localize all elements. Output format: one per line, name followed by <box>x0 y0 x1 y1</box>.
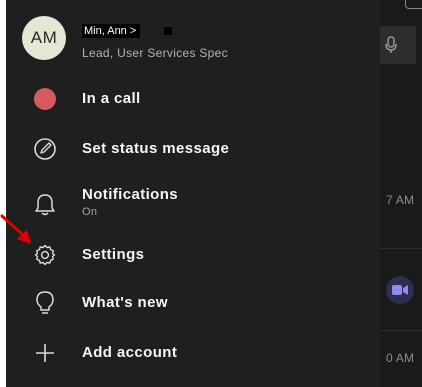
menu-item-label: Notifications <box>82 186 179 203</box>
profile-job-title: Lead, User Services Spec <box>82 46 228 60</box>
menu-item-label: Set status message <box>82 140 230 157</box>
menu-item-label: Add account <box>82 344 178 361</box>
plus-icon <box>32 340 58 366</box>
notifications-state: On <box>82 206 98 218</box>
background-timestamp: 0 AM <box>386 351 415 365</box>
video-call-icon[interactable] <box>386 276 414 304</box>
avatar[interactable]: AM <box>22 16 66 60</box>
background-timestamp: 7 AM <box>386 193 415 207</box>
background-divider <box>380 248 422 249</box>
microphone-icon[interactable] <box>383 35 399 55</box>
profile-header[interactable]: AM Min, Ann > Lead, User Services Spec <box>6 0 380 78</box>
account-drawer: AM Min, Ann > Lead, User Services Spec I… <box>6 0 380 387</box>
menu-item-whats-new[interactable]: What's new <box>6 280 380 326</box>
menu-item-label: What's new <box>82 294 168 311</box>
menu-item-label: In a call <box>82 90 141 107</box>
menu-item-settings[interactable]: Settings <box>6 232 380 278</box>
lightbulb-icon <box>32 290 58 316</box>
annotation-arrow-icon <box>0 214 31 244</box>
screen: 7 AM 0 AM AM Min, Ann > Lead, User Servi… <box>0 0 422 387</box>
background-divider <box>380 330 422 331</box>
profile-name[interactable]: Min, Ann > <box>82 24 141 38</box>
status-dot-icon <box>32 86 58 112</box>
menu-item-presence-status[interactable]: In a call <box>6 76 380 122</box>
menu-item-label: Settings <box>82 246 145 263</box>
menu-item-notifications[interactable]: Notifications On <box>6 180 380 230</box>
redaction-block <box>164 27 172 35</box>
pencil-icon <box>32 136 58 162</box>
menu-item-set-status-message[interactable]: Set status message <box>6 126 380 172</box>
menu-item-add-account[interactable]: Add account <box>6 330 380 376</box>
background-top-element <box>405 0 422 9</box>
